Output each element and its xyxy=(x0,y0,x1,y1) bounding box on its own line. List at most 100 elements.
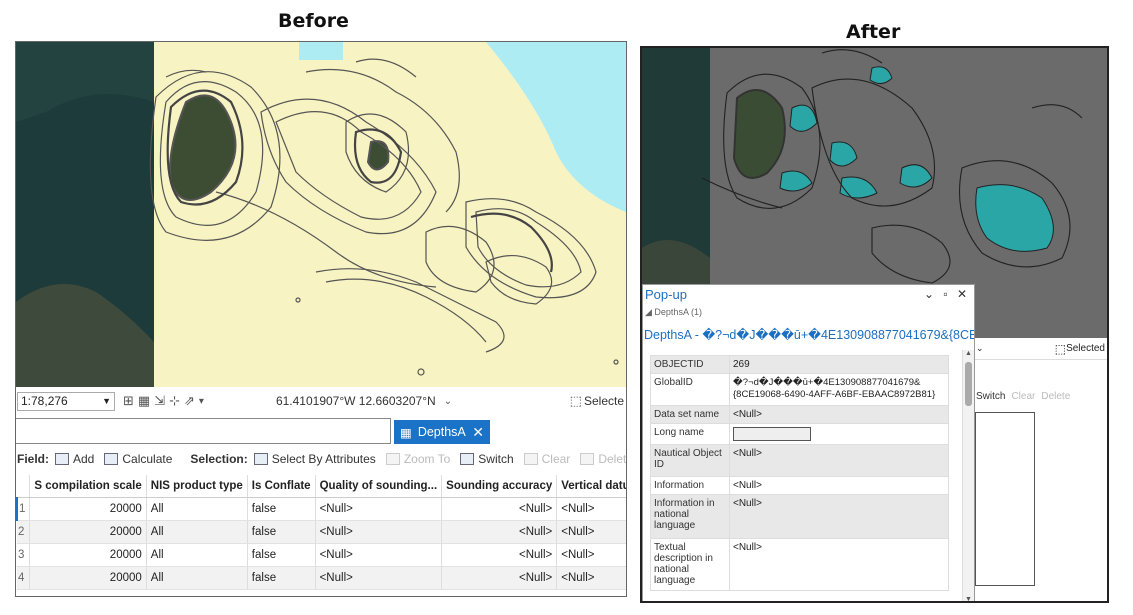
table-cell[interactable]: 20000 xyxy=(29,520,147,544)
attribute-value: <Null> xyxy=(729,494,949,539)
popup-attributes-table: OBJECTID 269 GlobalID �?¬d�J���ū+�4E1309… xyxy=(650,355,949,591)
table-cell[interactable]: false xyxy=(247,520,316,544)
attribute-value: <Null> xyxy=(729,476,949,495)
column-header[interactable]: Vertical datum xyxy=(556,475,626,498)
chevron-down-icon[interactable]: ▾ xyxy=(199,396,204,407)
popup-scrollbar[interactable]: ▲ ▼ xyxy=(962,350,974,601)
table-cell[interactable]: <Null> xyxy=(556,543,626,567)
chevron-down-icon: ▼ xyxy=(102,396,111,406)
clear-selection-button[interactable]: Clear xyxy=(523,452,570,466)
table-row[interactable]: 1 20000 All false <Null> <Null> <Null> xyxy=(16,497,626,521)
chevron-down-icon[interactable]: ⌄ xyxy=(976,343,984,354)
scrollbar-thumb[interactable] xyxy=(965,362,972,406)
popup-window-controls[interactable]: ⌄ ▫ ✕ xyxy=(924,287,970,301)
scroll-up-icon[interactable]: ▲ xyxy=(965,350,972,357)
chevron-down-icon[interactable]: ⌄ xyxy=(444,396,452,407)
switch-selection-button[interactable]: Switch xyxy=(976,391,1005,402)
attribute-row: Information in national language <Null> xyxy=(650,494,949,539)
table-cell[interactable]: false xyxy=(247,543,316,567)
attribute-key: Data set name xyxy=(650,405,730,424)
map-canvas xyxy=(16,42,626,387)
after-toolbar: Switch Clear Delete xyxy=(975,386,1107,406)
switch-icon xyxy=(460,453,475,465)
tab-depthsa[interactable]: ▦ DepthsA ✕ xyxy=(394,420,490,444)
popup-layer-node[interactable]: ◢ DepthsA (1) xyxy=(645,307,702,318)
table-cell[interactable]: <Null> xyxy=(441,520,558,544)
table-cell[interactable]: <Null> xyxy=(556,520,626,544)
attribute-key: Information in national language xyxy=(650,494,730,539)
table-cell[interactable]: <Null> xyxy=(556,566,626,590)
row-number: 3 xyxy=(17,543,31,567)
table-cell[interactable]: All xyxy=(146,497,248,521)
popup-title: Pop-up xyxy=(645,287,687,302)
attribute-key: GlobalID xyxy=(650,373,730,406)
table-grid-area xyxy=(975,412,1035,586)
calculate-field-button[interactable]: Calculate xyxy=(104,452,172,466)
table-row[interactable]: 2 20000 All false <Null> <Null> <Null> xyxy=(17,520,626,544)
scale-value: 1:78,276 xyxy=(21,394,68,408)
scale-selector[interactable]: 1:78,276 ▼ xyxy=(17,391,115,411)
table-cell[interactable]: false xyxy=(247,566,316,590)
grid-icon[interactable]: ⊞ xyxy=(123,393,134,409)
select-by-attributes-icon xyxy=(253,453,268,465)
table-cell[interactable]: <Null> xyxy=(315,497,443,521)
coordinates-display: 61.4101907°W 12.6603207°N xyxy=(275,394,436,408)
table-row[interactable]: 4 20000 All false <Null> <Null> <Null> xyxy=(17,566,626,590)
attribute-row: Textual description in national language… xyxy=(650,538,949,591)
calculator-icon xyxy=(104,453,119,465)
column-header[interactable]: Sounding accuracy xyxy=(441,475,558,498)
table-cell[interactable]: 20000 xyxy=(29,566,147,590)
column-header[interactable]: Is Conflate xyxy=(247,475,316,498)
column-header[interactable]: S compilation scale xyxy=(29,475,147,498)
table-tabs: ▦ DepthsA ✕ xyxy=(16,418,626,444)
add-field-button[interactable]: Add xyxy=(55,452,94,466)
map-view-before[interactable] xyxy=(16,42,626,387)
after-panel: ⌄ ⬚ Selected Switch Clear Delete Pop-up … xyxy=(640,46,1109,603)
delete-icon xyxy=(580,453,595,465)
delete-selection-button[interactable]: Delete xyxy=(1041,391,1070,402)
fixed-zoom-icon[interactable]: ⇲ xyxy=(154,393,165,409)
selection-label: Selection: xyxy=(190,452,248,466)
clear-icon xyxy=(523,453,538,465)
switch-selection-button[interactable]: Switch xyxy=(460,452,514,466)
table-cell[interactable]: <Null> xyxy=(441,497,558,521)
attribute-key: Nautical Object ID xyxy=(650,444,730,477)
table-cell[interactable]: All xyxy=(146,520,248,544)
zoom-to-button[interactable]: Zoom To xyxy=(385,452,450,466)
table-cell[interactable]: <Null> xyxy=(556,497,626,521)
before-panel: 1:78,276 ▼ ⊞ ▦ ⇲ ⊹ ⇗ ▾ 61.4101907°W 12.6… xyxy=(15,41,627,597)
table-cell[interactable]: 20000 xyxy=(29,497,147,521)
table-cell[interactable]: <Null> xyxy=(315,520,443,544)
table-cell[interactable]: All xyxy=(146,566,248,590)
table-cell[interactable]: 20000 xyxy=(29,543,147,567)
table-cell[interactable]: <Null> xyxy=(315,543,443,567)
table-cell[interactable]: false xyxy=(247,497,316,521)
attribute-row: Data set name <Null> xyxy=(650,405,949,424)
attribute-table: S compilation scale NIS product type Is … xyxy=(16,475,626,590)
field-label: Field: xyxy=(17,452,49,466)
navigation-icon[interactable]: ⇗ xyxy=(184,393,195,409)
table-row[interactable]: 3 20000 All false <Null> <Null> <Null> xyxy=(17,543,626,567)
table-icon[interactable]: ▦ xyxy=(138,393,150,409)
after-heading: After xyxy=(846,21,901,43)
table-cell[interactable]: <Null> xyxy=(441,566,558,590)
selected-label[interactable]: Selected xyxy=(1066,343,1105,354)
tab-blank[interactable] xyxy=(16,418,391,444)
map-status-bar: 1:78,276 ▼ ⊞ ▦ ⇲ ⊹ ⇗ ▾ 61.4101907°W 12.6… xyxy=(16,389,626,413)
row-number: 2 xyxy=(17,520,31,544)
table-cell[interactable]: <Null> xyxy=(315,566,443,590)
column-header[interactable]: NIS product type xyxy=(146,475,248,498)
close-icon[interactable]: ✕ xyxy=(472,424,484,441)
select-by-attributes-button[interactable]: Select By Attributes xyxy=(253,452,376,466)
attribute-key: Textual description in national language xyxy=(650,538,730,591)
delete-selection-button[interactable]: Delete xyxy=(580,452,626,466)
attribute-value: <Null> xyxy=(729,405,949,424)
clear-selection-button[interactable]: Clear xyxy=(1011,391,1035,402)
selected-features-button[interactable]: ⬚ Selecte xyxy=(568,393,624,409)
snapping-icon[interactable]: ⊹ xyxy=(169,393,180,409)
table-cell[interactable]: All xyxy=(146,543,248,567)
popup-window: Pop-up ⌄ ▫ ✕ ◢ DepthsA (1) DepthsA - �?¬… xyxy=(642,284,975,601)
column-header[interactable]: Quality of sounding... xyxy=(315,475,443,498)
table-cell[interactable]: <Null> xyxy=(441,543,558,567)
scroll-down-icon[interactable]: ▼ xyxy=(965,596,972,601)
